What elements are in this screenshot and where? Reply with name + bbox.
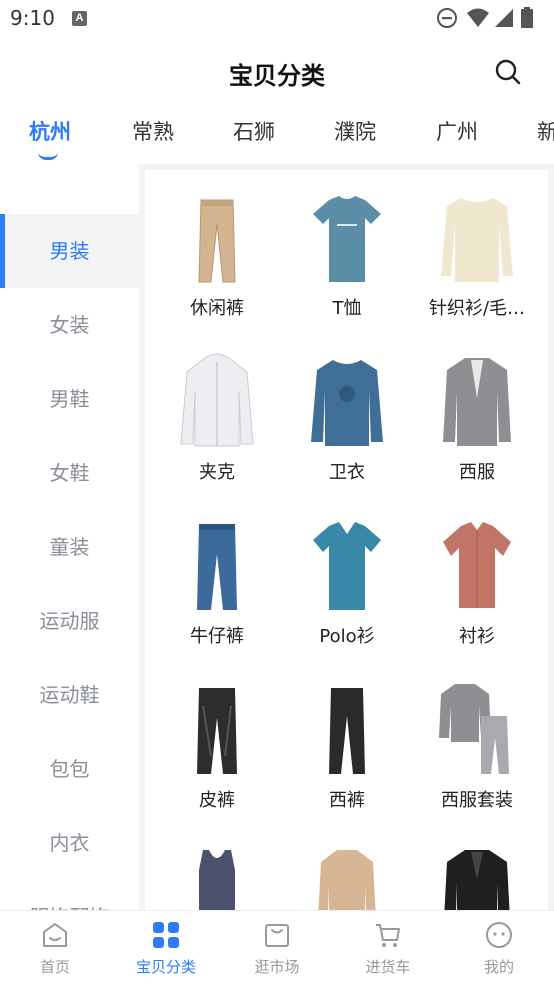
nav-profile[interactable]: 我的 xyxy=(444,911,554,984)
status-time: 9:10 xyxy=(10,6,55,30)
category-leather-pants[interactable]: 皮裤 xyxy=(152,662,282,826)
category-grid-icon xyxy=(153,922,179,948)
category-jacket[interactable]: 夹克 xyxy=(152,334,282,498)
sidebar-item-accessories[interactable]: 服饰配饰 xyxy=(0,880,139,910)
blazer-icon xyxy=(443,358,511,446)
sidebar-active-indicator xyxy=(0,214,5,288)
leather-jacket-icon xyxy=(444,850,510,910)
category-chino-pants[interactable]: 休闲裤 xyxy=(152,170,282,334)
market-bag-icon xyxy=(265,924,289,947)
tab-hangzhou[interactable]: 杭州 xyxy=(29,116,71,146)
polo-shirt-icon xyxy=(313,522,381,610)
category-leather-jacket[interactable] xyxy=(412,826,542,910)
tab-guangzhou[interactable]: 广州 xyxy=(436,116,478,146)
category-trench-coat[interactable] xyxy=(282,826,412,910)
sweatshirt-icon xyxy=(311,360,383,446)
sidebar-item-womenswear[interactable]: 女装 xyxy=(0,288,139,362)
category-sidebar[interactable]: 男装 女装 男鞋 女鞋 童装 运动服 运动鞋 包包 内衣 服饰配饰 xyxy=(0,164,139,910)
category-label: 针织衫/毛… xyxy=(428,298,526,319)
tank-top-icon xyxy=(199,850,235,910)
shirt-icon xyxy=(443,522,511,608)
sidebar-item-kidswear[interactable]: 童装 xyxy=(0,510,139,584)
nav-label: 我的 xyxy=(483,958,514,976)
bottom-nav: 首页 宝贝分类 逛市场 进货车 我的 xyxy=(0,910,554,984)
tab-puyuan[interactable]: 濮院 xyxy=(334,116,376,146)
category-blazer[interactable]: 西服 xyxy=(412,334,542,498)
trench-coat-icon xyxy=(318,850,376,910)
tab-shishi[interactable]: 石狮 xyxy=(233,116,275,146)
sidebar-item-sports-shoes[interactable]: 运动鞋 xyxy=(0,658,139,732)
profile-icon xyxy=(486,922,512,948)
city-tabs: 杭州 常熟 石狮 濮院 广州 新 xyxy=(0,106,554,164)
nav-category[interactable]: 宝贝分类 xyxy=(111,911,221,984)
chino-pants-icon xyxy=(198,199,236,283)
category-dress-pants[interactable]: 西裤 xyxy=(282,662,412,826)
search-button[interactable] xyxy=(494,58,522,86)
nav-label: 首页 xyxy=(39,958,70,976)
nav-label: 进货车 xyxy=(365,958,411,976)
jeans-icon xyxy=(197,524,237,610)
category-sweater[interactable]: 针织衫/毛… xyxy=(412,170,542,334)
wifi-icon xyxy=(467,8,489,27)
tab-more-city[interactable]: 新 xyxy=(537,116,554,146)
nav-home[interactable]: 首页 xyxy=(0,911,110,984)
nav-market[interactable]: 逛市场 xyxy=(222,911,332,984)
tshirt-icon xyxy=(313,196,381,282)
category-label: 卫衣 xyxy=(329,462,365,483)
category-shirt[interactable]: 衬衫 xyxy=(412,498,542,662)
sidebar-item-bags[interactable]: 包包 xyxy=(0,732,139,806)
category-polo-shirt[interactable]: Polo衫 xyxy=(282,498,412,662)
cart-icon xyxy=(376,924,400,947)
sidebar-item-womens-shoes[interactable]: 女鞋 xyxy=(0,436,139,510)
home-icon xyxy=(43,923,67,947)
sidebar-item-mens-shoes[interactable]: 男鞋 xyxy=(0,362,139,436)
category-label: 西裤 xyxy=(329,790,365,811)
category-label: 休闲裤 xyxy=(190,298,244,319)
category-tshirt[interactable]: T恤 xyxy=(282,170,412,334)
sidebar-item-menswear[interactable]: 男装 xyxy=(0,214,139,288)
category-grid: 休闲裤 T恤 针织衫/毛… 夹克 卫衣 西服 牛仔裤 Polo衫 衬衫 皮裤 西… xyxy=(145,170,548,910)
active-tab-indicator xyxy=(38,152,58,160)
category-sweatshirt[interactable]: 卫衣 xyxy=(282,334,412,498)
tab-changshu[interactable]: 常熟 xyxy=(132,116,174,146)
status-icons xyxy=(436,7,546,29)
nav-label: 宝贝分类 xyxy=(135,958,196,976)
category-suit[interactable]: 西服套装 xyxy=(412,662,542,826)
category-label: 西服套装 xyxy=(441,790,513,811)
category-label: T恤 xyxy=(332,298,362,319)
signal-icon xyxy=(495,9,513,27)
app-notification-icon: A xyxy=(72,11,87,26)
search-icon xyxy=(495,59,521,85)
header: 宝贝分类 xyxy=(0,38,554,106)
do-not-disturb-icon xyxy=(437,8,457,28)
sidebar-item-sportswear[interactable]: 运动服 xyxy=(0,584,139,658)
battery-icon xyxy=(521,7,533,28)
category-label: Polo衫 xyxy=(319,626,375,647)
category-jeans[interactable]: 牛仔裤 xyxy=(152,498,282,662)
status-bar: 9:10 A xyxy=(0,0,554,38)
category-tank-top[interactable] xyxy=(152,826,282,910)
suit-icon xyxy=(439,684,509,774)
page-title: 宝贝分类 xyxy=(229,62,325,90)
category-label: 夹克 xyxy=(199,462,235,483)
leather-pants-icon xyxy=(197,688,237,774)
sidebar-item-underwear[interactable]: 内衣 xyxy=(0,806,139,880)
sweater-icon xyxy=(441,198,513,282)
category-label: 牛仔裤 xyxy=(190,626,244,647)
dress-pants-icon xyxy=(329,688,365,774)
nav-cart[interactable]: 进货车 xyxy=(333,911,443,984)
category-label: 皮裤 xyxy=(199,790,235,811)
content-area: 男装 女装 男鞋 女鞋 童装 运动服 运动鞋 包包 内衣 服饰配饰 休闲裤 T恤… xyxy=(0,164,554,910)
category-label: 西服 xyxy=(459,462,495,483)
nav-label: 逛市场 xyxy=(254,958,300,976)
jacket-icon xyxy=(180,353,254,447)
category-label: 衬衫 xyxy=(459,626,495,647)
